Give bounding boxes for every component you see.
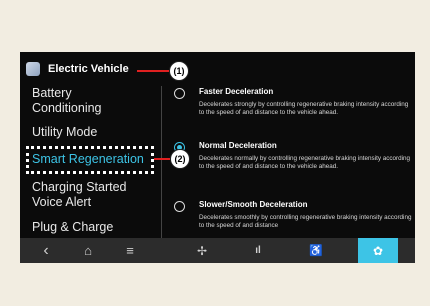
sidebar-item-battery-conditioning[interactable]: Battery Conditioning — [32, 86, 162, 116]
sidebar-item-plug-and-charge[interactable]: Plug & Charge — [32, 220, 162, 235]
option-description: Decelerates normally by controlling rege… — [199, 155, 411, 171]
menu-icon[interactable]: ≡ — [110, 238, 150, 263]
home-icon[interactable]: ⌂ — [68, 238, 108, 263]
sidebar-item-charging-voice-alert[interactable]: Charging Started Voice Alert — [32, 180, 162, 210]
back-icon[interactable]: ‹ — [26, 238, 66, 263]
sidebar-item-utility-mode[interactable]: Utility Mode — [32, 125, 162, 140]
callout-2-highlight-box — [26, 146, 154, 174]
fan-icon[interactable]: ✢ — [182, 238, 222, 263]
option-title: Normal Deceleration — [199, 141, 277, 150]
callout-2-line — [154, 158, 170, 160]
option-title: Slower/Smooth Deceleration — [199, 200, 308, 209]
callout-1-line — [137, 70, 169, 72]
callout-1: (1) — [169, 61, 189, 81]
page-title: Electric Vehicle — [48, 63, 129, 75]
radio-button[interactable] — [174, 88, 185, 99]
header: Electric Vehicle — [26, 60, 129, 78]
option-title: Faster Deceleration — [199, 87, 274, 96]
electric-vehicle-icon — [26, 62, 40, 76]
radio-button[interactable] — [174, 201, 185, 212]
media-icon[interactable]: ıl — [238, 238, 278, 263]
settings-icon[interactable]: ✿ — [358, 238, 398, 263]
bottom-navbar: ‹ ⌂ ≡ ✢ ıl ♿ ✿ — [20, 238, 415, 263]
callout-2: (2) — [170, 149, 190, 169]
option-description: Decelerates smoothly by controlling rege… — [199, 214, 412, 230]
option-description: Decelerates strongly by controlling rege… — [199, 101, 409, 117]
seat-icon[interactable]: ♿ — [296, 238, 336, 263]
sidebar-divider — [161, 86, 162, 239]
